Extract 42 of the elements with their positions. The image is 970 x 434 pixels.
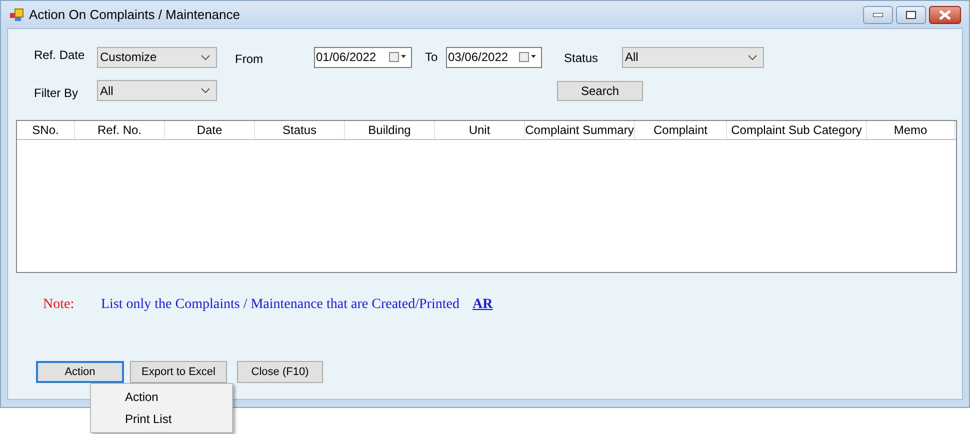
chevron-icon	[201, 54, 210, 60]
column-header[interactable]: Status	[255, 121, 345, 139]
menu-item[interactable]: Print List	[91, 408, 232, 430]
field-label: From	[235, 51, 264, 68]
close-icon	[939, 10, 951, 20]
dropdown[interactable]: All	[97, 80, 217, 101]
minimize-button[interactable]	[863, 6, 893, 24]
form-button[interactable]: Close (F10)	[237, 361, 323, 383]
column-header[interactable]: Unit	[435, 121, 525, 139]
maximize-icon	[906, 10, 916, 18]
field-label: Filter By	[34, 84, 80, 102]
note-label: Note:	[43, 296, 76, 314]
chevron-icon	[201, 88, 210, 93]
field-label: Ref. Date	[34, 47, 86, 64]
menu-item[interactable]: Action	[91, 386, 232, 408]
column-header[interactable]: SNo.	[17, 121, 75, 139]
column-header[interactable]: Ref. No.	[75, 121, 165, 139]
close-window-button[interactable]	[929, 6, 961, 24]
date-picker[interactable]: 01/06/2022	[314, 46, 412, 68]
note-text: List only the Complaints / Maintenance that are Created/Printed	[101, 296, 460, 314]
date-picker[interactable]: 03/06/2022	[446, 46, 542, 68]
form-button[interactable]: Action	[36, 361, 124, 383]
dropdown[interactable]: All	[622, 46, 764, 68]
maximize-button[interactable]	[896, 6, 926, 24]
search-button[interactable]: Search	[557, 80, 643, 100]
app-icon	[9, 8, 25, 22]
column-header[interactable]: Complaint	[635, 121, 727, 139]
column-header[interactable]: Building	[345, 121, 435, 139]
chevron-icon	[748, 54, 757, 60]
column-header[interactable]: Memo	[867, 121, 955, 139]
column-header[interactable]: Complaint Summary	[525, 121, 635, 139]
form-button[interactable]: Export to Excel	[130, 361, 227, 383]
field-label: To	[425, 49, 439, 66]
window-title: Action On Complaints / Maintenance	[29, 6, 240, 24]
calendar-icon	[389, 52, 407, 62]
ar-link[interactable]: AR	[472, 294, 493, 315]
field-label: Status	[564, 50, 600, 67]
minimize-icon	[873, 12, 883, 16]
column-header[interactable]: Complaint Sub Category	[727, 121, 867, 139]
calendar-icon	[519, 52, 537, 62]
column-header[interactable]: Date	[165, 121, 255, 139]
dropdown[interactable]: Customize	[97, 46, 217, 68]
